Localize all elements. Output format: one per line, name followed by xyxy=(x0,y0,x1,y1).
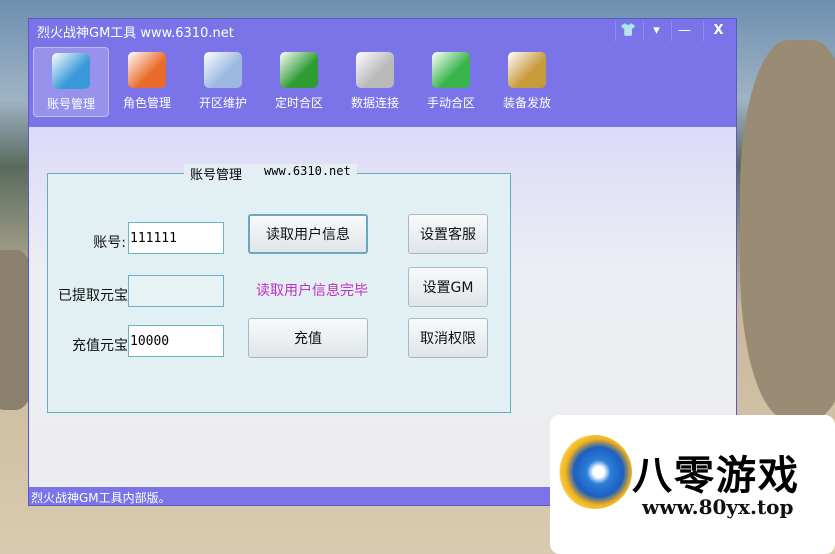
menu-button[interactable]: ▾ xyxy=(643,21,669,41)
toolbar-item-label: 角色管理 xyxy=(122,96,171,110)
extracted-input[interactable] xyxy=(128,275,224,307)
revoke-button[interactable]: 取消权限 xyxy=(408,318,488,358)
set-gm-button[interactable]: 设置GM xyxy=(408,267,488,307)
toolbar-item[interactable]: 手动合区 xyxy=(413,47,489,117)
toolbar-item-label: 定时合区 xyxy=(274,96,323,110)
group-title: 账号管理 xyxy=(190,168,243,183)
monitor-wand-icon xyxy=(432,52,470,88)
close-button[interactable]: X xyxy=(703,21,733,41)
account-label: 账号: xyxy=(93,235,126,251)
set-service-button[interactable]: 设置客服 xyxy=(408,214,488,254)
toolbar-item[interactable]: 定时合区 xyxy=(261,47,337,117)
logo-name: 八零游戏 xyxy=(632,453,800,499)
toolbar-item[interactable]: 开区维护 xyxy=(185,47,261,117)
briefcase-icon xyxy=(508,52,546,88)
toolbar-item[interactable]: 角色管理 xyxy=(109,47,185,117)
windows-refresh-icon xyxy=(128,52,166,88)
skin-button[interactable]: 👕 xyxy=(615,21,641,41)
group-legend: 账号管理 www.6310.net xyxy=(184,164,357,183)
toolbar-item[interactable]: 数据连接 xyxy=(337,47,413,117)
cd-drive-icon xyxy=(204,52,242,88)
group-url: www.6310.net xyxy=(264,164,351,178)
recharge-label: 充值元宝 xyxy=(72,338,128,354)
toolbar: 账号管理 角色管理 开区维护 定时合区 数据连接 手动合区 装备发放 xyxy=(29,47,736,127)
disk-tools-icon xyxy=(356,52,394,88)
monitor-pulse-icon xyxy=(52,53,90,89)
swirl-logo-icon xyxy=(558,435,632,509)
toolbar-item-label: 账号管理 xyxy=(46,97,95,111)
toolbar-item-label: 装备发放 xyxy=(502,96,551,110)
window-title: 烈火战神GM工具 www.6310.net xyxy=(37,26,234,41)
account-group: 账号管理 www.6310.net 账号: 已提取元宝 充值元宝 读取用户信息 … xyxy=(47,164,511,413)
read-info-button[interactable]: 读取用户信息 xyxy=(248,214,368,254)
recharge-button[interactable]: 充值 xyxy=(248,318,368,358)
shield-clock-icon xyxy=(280,52,318,88)
status-message: 读取用户信息完毕 xyxy=(256,283,368,299)
toolbar-item-label: 手动合区 xyxy=(426,96,475,110)
toolbar-item[interactable]: 账号管理 xyxy=(33,47,109,117)
logo-url: www.80yx.top xyxy=(642,495,794,519)
toolbar-item[interactable]: 装备发放 xyxy=(489,47,565,117)
background-rock xyxy=(740,40,835,420)
toolbar-item-label: 数据连接 xyxy=(350,96,399,110)
watermark-logo: 八零游戏 www.80yx.top xyxy=(550,415,835,554)
recharge-input[interactable] xyxy=(128,325,224,357)
minimize-button[interactable]: — xyxy=(671,21,697,41)
account-input[interactable] xyxy=(128,222,224,254)
toolbar-item-label: 开区维护 xyxy=(198,96,247,110)
extracted-label: 已提取元宝 xyxy=(58,288,128,304)
